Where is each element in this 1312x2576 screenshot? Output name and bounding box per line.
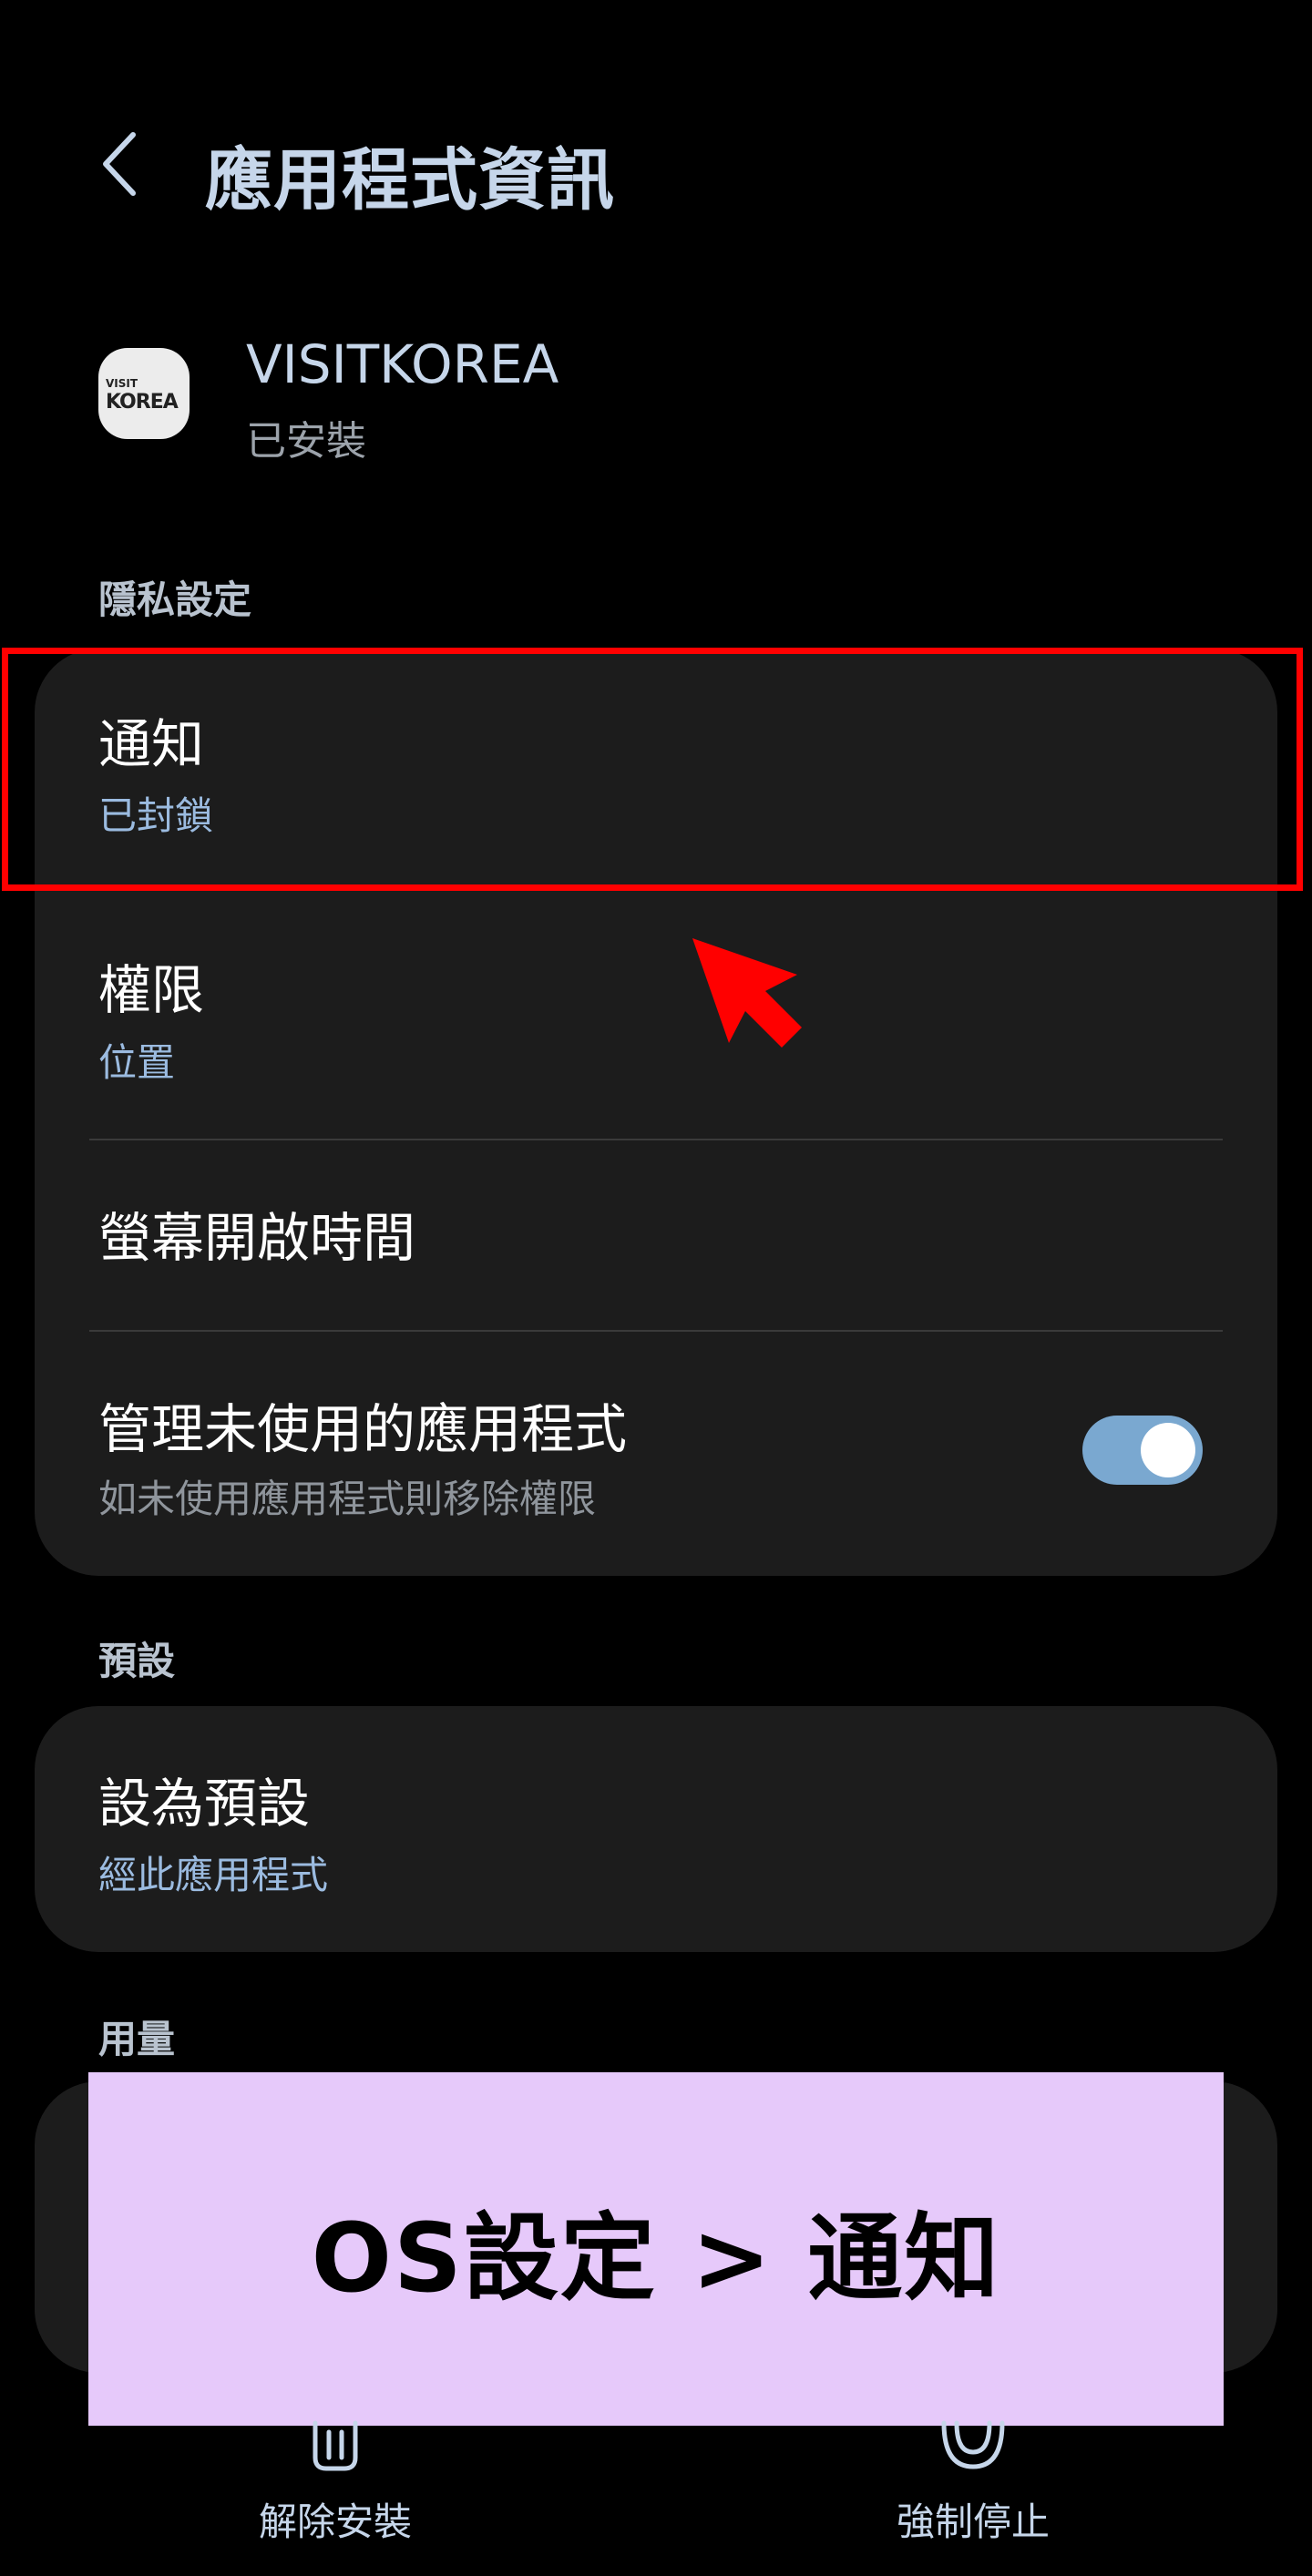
page-title: 應用程式資訊 — [205, 141, 615, 220]
set-as-default-title: 設為預設 — [98, 1773, 311, 1835]
section-label-usage: 用量 — [98, 2017, 176, 2061]
force-stop-icon[interactable] — [937, 2405, 1010, 2478]
app-icon: VISIT KOREA — [98, 348, 190, 439]
notifications-row[interactable]: 通知 已封鎖 — [35, 649, 1277, 891]
screen-time-row[interactable]: 螢幕開啟時間 — [35, 1140, 1277, 1328]
trash-icon[interactable] — [299, 2405, 372, 2478]
permissions-row[interactable]: 權限 位置 — [35, 891, 1277, 1133]
manage-unused-apps-title: 管理未使用的應用程式 — [98, 1398, 628, 1460]
chevron-left-icon — [103, 132, 136, 196]
back-button[interactable] — [87, 118, 151, 210]
instruction-banner: OS設定 > 通知 — [88, 2072, 1224, 2426]
notifications-status: 已封鎖 — [98, 793, 214, 838]
defaults-card: 設為預設 經此應用程式 — [35, 1706, 1277, 1952]
instruction-banner-text: OS設定 > 通知 — [311, 2202, 1001, 2314]
set-as-default-summary: 經此應用程式 — [98, 1853, 329, 1897]
privacy-settings-card: 通知 已封鎖 權限 位置 螢幕開啟時間 管理未使用的應用程式 如未使用應用程式則… — [35, 649, 1277, 1576]
screen-time-title: 螢幕開啟時間 — [98, 1207, 416, 1269]
permissions-title: 權限 — [98, 959, 205, 1021]
app-icon-text-top: VISIT — [106, 377, 138, 390]
manage-unused-apps-toggle[interactable] — [1082, 1416, 1203, 1485]
pointer-arrow-icon — [692, 938, 802, 1048]
notifications-title: 通知 — [98, 713, 205, 775]
permissions-summary: 位置 — [98, 1040, 176, 1085]
set-as-default-row[interactable]: 設為預設 經此應用程式 — [35, 1706, 1277, 1952]
app-name: VISITKOREA — [246, 333, 559, 395]
toggle-knob — [1141, 1423, 1195, 1477]
app-install-status: 已安裝 — [246, 418, 366, 465]
uninstall-button[interactable]: 解除安裝 — [153, 2491, 518, 2547]
app-icon-text-bottom: KOREA — [106, 391, 179, 414]
section-label-privacy: 隱私設定 — [98, 578, 252, 622]
manage-unused-apps-description: 如未使用應用程式則移除權限 — [98, 1477, 597, 1521]
section-label-defaults: 預設 — [98, 1639, 176, 1683]
force-stop-button[interactable]: 強制停止 — [791, 2491, 1155, 2547]
